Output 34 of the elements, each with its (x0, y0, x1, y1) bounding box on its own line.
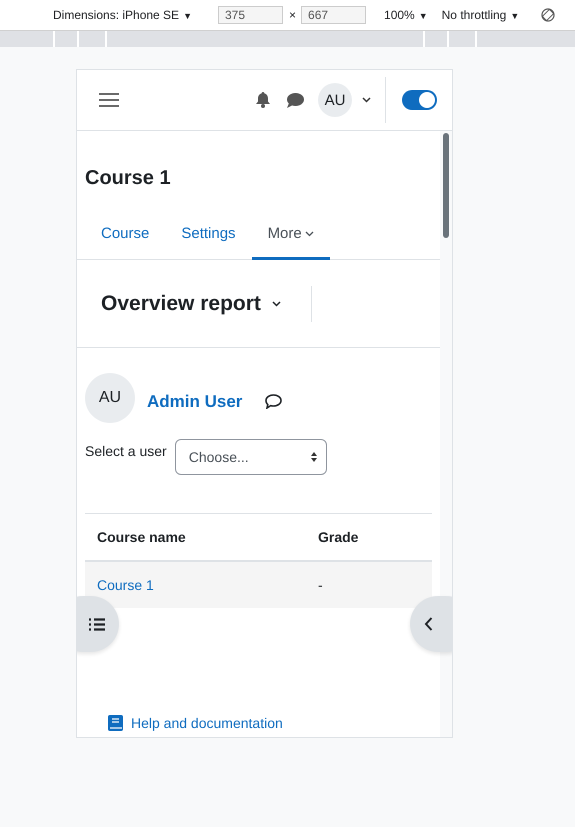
user-avatar: AU (85, 373, 135, 423)
user-name-link[interactable]: Admin User (147, 392, 242, 412)
height-field[interactable]: 667 (301, 6, 366, 24)
help-link[interactable]: Help and documentation (108, 715, 440, 731)
message-icon[interactable] (265, 394, 282, 408)
rotate-icon[interactable] (541, 8, 556, 22)
select-user-label: Select a user (85, 443, 167, 459)
user-avatar[interactable]: AU (318, 83, 352, 117)
zoom-dropdown[interactable]: 100% ▼ (384, 8, 428, 22)
bell-icon[interactable] (256, 92, 270, 108)
nav-tab[interactable]: Settings (165, 216, 252, 260)
list-icon (89, 618, 105, 630)
course-link[interactable]: Course 1 (97, 577, 154, 593)
course-title: Course 1 (85, 166, 172, 190)
caret-icon[interactable] (362, 97, 371, 103)
report-selector[interactable]: Overview report (101, 292, 261, 316)
user-select[interactable]: Choose... (174, 439, 327, 475)
menu-icon[interactable] (99, 92, 119, 108)
book-icon (108, 715, 123, 731)
throttling-dropdown[interactable]: No throttling ▼ (442, 8, 520, 22)
edit-mode-toggle[interactable] (402, 90, 437, 110)
nav-tab[interactable]: More (252, 216, 330, 260)
column-header: Course name (96, 529, 187, 545)
nav-tab[interactable]: Course (85, 216, 166, 260)
chevron-left-icon (424, 617, 433, 631)
chat-icon[interactable] (287, 92, 304, 108)
device-dropdown[interactable]: Dimensions: iPhone SE ▼ (53, 8, 192, 22)
grade-cell-text: - (317, 577, 324, 593)
caret-icon[interactable] (272, 300, 281, 306)
column-header: Grade (317, 529, 360, 545)
width-field[interactable]: 375 (218, 6, 283, 24)
sort-arrows-icon (310, 451, 318, 463)
times-sign: × (289, 8, 296, 22)
scrollbar-thumb[interactable] (443, 133, 449, 238)
